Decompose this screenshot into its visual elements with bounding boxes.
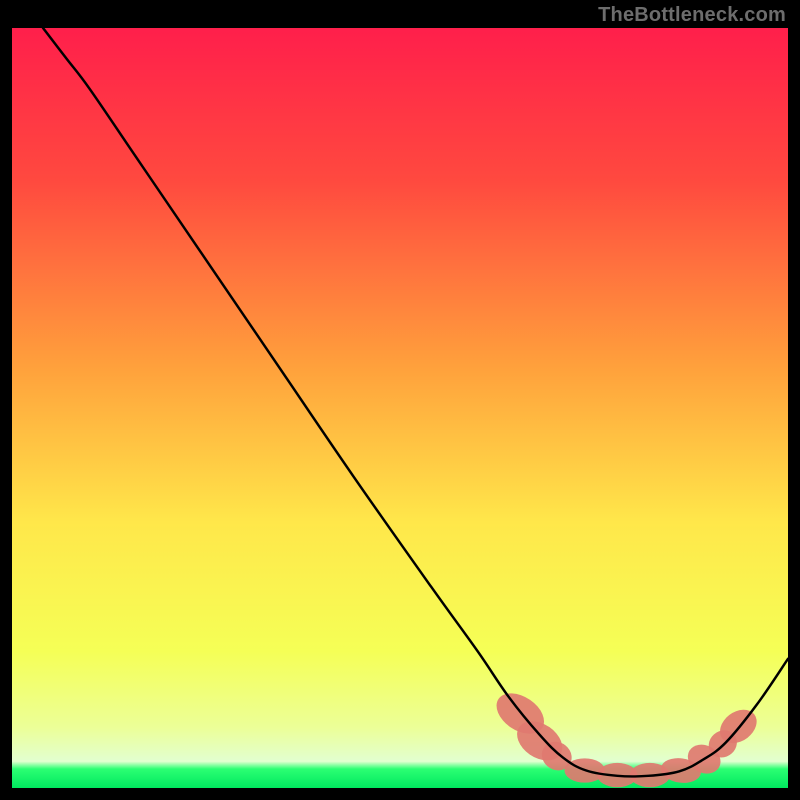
gradient-background: [12, 28, 788, 788]
plot-area: [12, 28, 788, 788]
chart-frame: TheBottleneck.com: [0, 0, 800, 800]
attribution-text: TheBottleneck.com: [598, 4, 786, 27]
